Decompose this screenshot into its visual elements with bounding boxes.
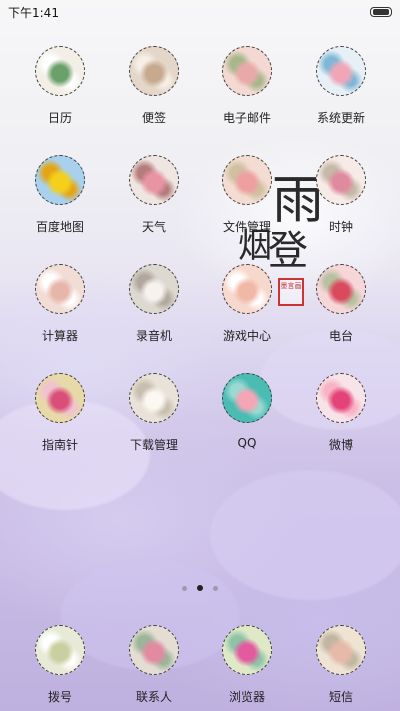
status-time: 下午1:41 [8, 5, 59, 20]
app-label: 录音机 [135, 329, 172, 343]
app-label: 拨号 [47, 690, 72, 704]
app-roses-photo[interactable]: 电子邮件 [200, 46, 294, 126]
grass-photo-icon[interactable] [35, 625, 85, 675]
page-dot[interactable] [182, 585, 187, 591]
app-red-rose[interactable]: 电台 [294, 264, 388, 344]
page-indicator [0, 585, 400, 591]
app-label: 游戏中心 [222, 329, 271, 343]
app-label: 电台 [328, 329, 353, 343]
bouquet-icon[interactable] [222, 155, 272, 205]
app-label: 电子邮件 [222, 111, 271, 125]
app-cup-photo[interactable]: 便签 [107, 46, 201, 126]
app-pink-daisy[interactable]: 指南针 [13, 373, 107, 453]
dock-app-butterfly-flower[interactable]: 浏览器 [200, 625, 294, 705]
app-white-vase[interactable]: 录音机 [107, 264, 201, 344]
app-peach-blossom[interactable]: 游戏中心 [200, 264, 294, 344]
app-vase-flowers[interactable]: 天气 [107, 155, 201, 235]
app-label: 百度地图 [35, 220, 84, 234]
app-sunflower[interactable]: 百度地图 [13, 155, 107, 235]
white-vase-icon[interactable] [129, 264, 179, 314]
pink-daisy-icon[interactable] [35, 373, 85, 423]
app-label: 时钟 [328, 220, 353, 234]
dock-app-grass-photo[interactable]: 拨号 [13, 625, 107, 705]
app-gerbera[interactable]: 微博 [294, 373, 388, 453]
app-label: QQ [237, 436, 257, 450]
app-label: 文件管理 [222, 220, 271, 234]
dock-app-tulips-photo[interactable]: 联系人 [107, 625, 201, 705]
app-white-roses[interactable]: 下载管理 [107, 373, 201, 453]
cup-photo-icon[interactable] [129, 46, 179, 96]
app-label: 浏览器 [228, 690, 265, 704]
red-rose-icon[interactable] [316, 264, 366, 314]
app-pink-flowers[interactable]: 系统更新 [294, 46, 388, 126]
vase-flowers-icon[interactable] [129, 155, 179, 205]
app-label: 系统更新 [316, 111, 365, 125]
app-label: 指南针 [41, 438, 78, 452]
app-label: 短信 [328, 690, 353, 704]
app-label: 便签 [141, 111, 166, 125]
page-dot[interactable] [213, 585, 218, 591]
app-label: 联系人 [135, 690, 172, 704]
page-dot-active[interactable] [197, 585, 203, 591]
app-bouquet[interactable]: 文件管理 [200, 155, 294, 235]
teal-flower-icon[interactable] [222, 373, 272, 423]
peach-blossom-icon[interactable] [222, 264, 272, 314]
status-bar: 下午1:41 [0, 0, 400, 24]
daisy-photo-icon[interactable] [35, 46, 85, 96]
pink-bottle-icon[interactable] [316, 155, 366, 205]
wallpaper-blossom [210, 470, 400, 600]
app-label: 下载管理 [129, 438, 178, 452]
app-label: 计算器 [41, 329, 78, 343]
app-pink-bottle[interactable]: 时钟 [294, 155, 388, 235]
roses-photo-icon[interactable] [222, 46, 272, 96]
butterfly-flower-icon[interactable] [222, 625, 272, 675]
beige-flower-icon[interactable] [316, 625, 366, 675]
app-rose-bud[interactable]: 计算器 [13, 264, 107, 344]
pink-flowers-icon[interactable] [316, 46, 366, 96]
app-daisy-photo[interactable]: 日历 [13, 46, 107, 126]
sunflower-icon[interactable] [35, 155, 85, 205]
app-label: 天气 [141, 220, 166, 234]
dock-app-beige-flower[interactable]: 短信 [294, 625, 388, 705]
white-roses-icon[interactable] [129, 373, 179, 423]
app-label: 日历 [47, 111, 72, 125]
app-label: 微博 [328, 438, 353, 452]
rose-bud-icon[interactable] [35, 264, 85, 314]
tulips-photo-icon[interactable] [129, 625, 179, 675]
app-teal-flower[interactable]: QQ [200, 373, 294, 450]
gerbera-icon[interactable] [316, 373, 366, 423]
battery-icon [370, 7, 392, 17]
